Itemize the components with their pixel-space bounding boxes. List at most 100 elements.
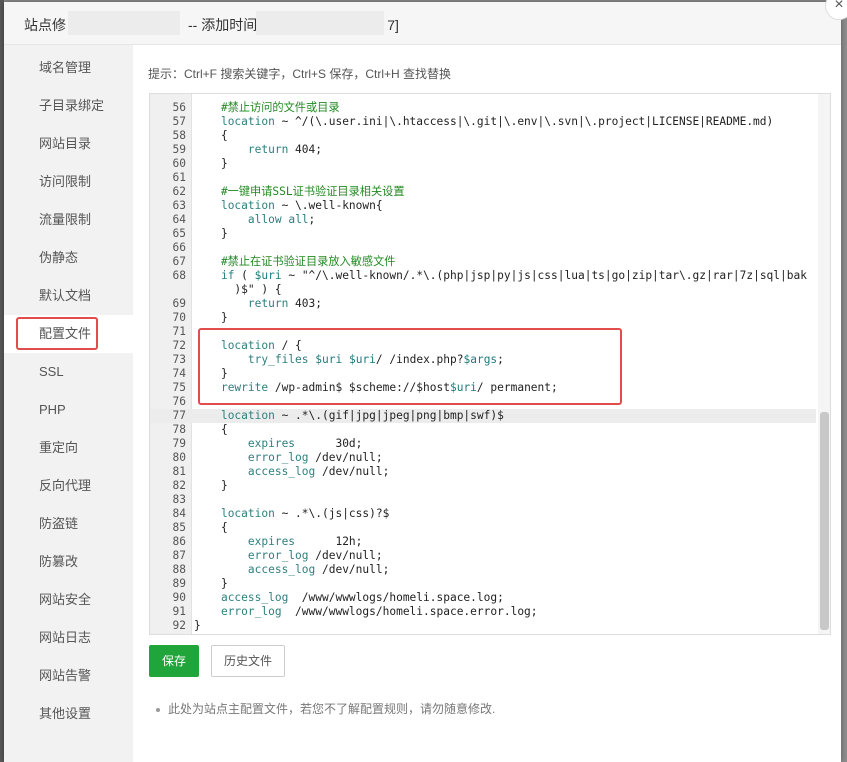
sidebar-item[interactable]: PHP (4, 391, 133, 429)
line-number: 90 (172, 591, 186, 604)
line-number: 87 (172, 549, 186, 562)
config-warning-note: 此处为站点主配置文件，若您不了解配置规则，请勿随意修改. (156, 700, 495, 717)
line-number: 73 (172, 353, 186, 366)
code-line: 91 error_log /www/wwwlogs/homeli.space.e… (150, 605, 816, 619)
line-number: 83 (172, 493, 186, 506)
code-text: #一键申请SSL证书验证目录相关设置 (194, 185, 405, 198)
code-line: 92} (150, 619, 816, 633)
dialog-title-middle: -- 添加时间 (188, 17, 258, 33)
line-number: 66 (172, 241, 186, 254)
code-text: { (194, 521, 228, 534)
code-text: error_log /www/wwwlogs/homeli.space.erro… (220, 605, 538, 618)
code-text: } (194, 577, 228, 590)
site-modify-dialog: 站点修 -- 添加时间 7] × 域名管理 子目录绑定 网站目录 访问限制 流量限制 伪静态默… (4, 0, 847, 762)
code-text: return 404; (247, 143, 322, 156)
code-line: 84 location ~ .*\.(js|css)?$ (150, 507, 816, 521)
redacted-add-time (256, 11, 384, 35)
code-line: 83 (150, 493, 816, 507)
code-text: } (194, 311, 228, 324)
code-text: } (194, 619, 201, 632)
code-text: location ~ .*\.(gif|jpg|jpeg|png|bmp|swf… (220, 409, 504, 422)
sidebar-item[interactable]: 网站目录 (4, 125, 133, 163)
code-line: )$" ) { (150, 283, 816, 297)
line-number: 75 (172, 381, 186, 394)
code-line: 90 access_log /www/wwwlogs/homeli.space.… (150, 591, 816, 605)
code-line: 78 { (150, 423, 816, 437)
code-text: if ( $uri ~ "^/\.well-known/.*\.(php|jsp… (220, 269, 807, 282)
sidebar-item[interactable]: 防篡改 (4, 543, 133, 581)
code-text: )$" ) { (194, 283, 282, 296)
line-number: 85 (172, 521, 186, 534)
line-number: 65 (172, 227, 186, 240)
code-line: 82 } (150, 479, 816, 493)
code-line: 88 access_log /dev/null; (150, 563, 816, 577)
config-file-highlight-box (16, 317, 98, 350)
sidebar-item[interactable]: 网站安全 (4, 581, 133, 619)
code-line: 68 if ( $uri ~ "^/\.well-known/.*\.(php|… (150, 269, 816, 283)
config-warning-text: 此处为站点主配置文件，若您不了解配置规则，请勿随意修改. (168, 702, 496, 716)
code-text: } (194, 479, 228, 492)
sidebar-item[interactable]: 重定向 (4, 429, 133, 467)
editor-vertical-scrollbar[interactable] (818, 94, 830, 634)
code-line: 65 } (150, 227, 816, 241)
line-number: 88 (172, 563, 186, 576)
line-number: 86 (172, 535, 186, 548)
line-number: 81 (172, 465, 186, 478)
sidebar-item[interactable]: 访问限制 (4, 163, 133, 201)
code-line: 70 } (150, 311, 816, 325)
line-number: 79 (172, 437, 186, 450)
code-line: 86 expires 12h; (150, 535, 816, 549)
line-number: 64 (172, 213, 186, 226)
sidebar-item[interactable]: 子目录绑定 (4, 87, 133, 125)
line-number: 70 (172, 311, 186, 324)
sidebar-item[interactable]: 伪静态 (4, 239, 133, 277)
line-number: 82 (172, 479, 186, 492)
location-rewrite-highlight-box (198, 328, 622, 405)
code-line: 77 location ~ .*\.(gif|jpg|jpeg|png|bmp|… (150, 409, 816, 423)
sidebar-item[interactable]: SSL (4, 353, 133, 391)
sidebar-item[interactable]: 流量限制 (4, 201, 133, 239)
bullet-icon (156, 707, 160, 712)
code-text: access_log /www/wwwlogs/homeli.space.log… (220, 591, 504, 604)
sidebar-item[interactable]: 网站日志 (4, 619, 133, 657)
line-number: 71 (172, 325, 186, 338)
code-text: location ~ ^/(\.user.ini|\.htaccess|\.gi… (220, 115, 774, 128)
line-number: 78 (172, 423, 186, 436)
sidebar-item[interactable]: 网站告警 (4, 657, 133, 695)
line-number: 61 (172, 171, 186, 184)
code-text: error_log /dev/null; (247, 451, 383, 464)
code-line: 56 #禁止访问的文件或目录 (150, 101, 816, 115)
sidebar-item[interactable]: 默认文档 (4, 277, 133, 315)
line-number: 92 (172, 619, 186, 632)
line-number: 63 (172, 199, 186, 212)
save-button[interactable]: 保存 (149, 645, 199, 677)
code-line: 59 return 404; (150, 143, 816, 157)
code-line: 66 (150, 241, 816, 255)
redacted-site-name (68, 11, 180, 35)
code-line: 61 (150, 171, 816, 185)
line-number: 91 (172, 605, 186, 618)
history-files-button[interactable]: 历史文件 (211, 645, 285, 677)
code-text: { (194, 423, 228, 436)
code-line: 85 { (150, 521, 816, 535)
line-number: 84 (172, 507, 186, 520)
sidebar-item[interactable]: 反向代理 (4, 467, 133, 505)
code-line: 63 location ~ \.well-known{ (150, 199, 816, 213)
scrollbar-thumb[interactable] (820, 412, 829, 630)
editor-hint: 提示：Ctrl+F 搜索关键字，Ctrl+S 保存，Ctrl+H 查找替换 (148, 67, 452, 81)
code-text: location ~ \.well-known{ (220, 199, 383, 212)
code-line: 62 #一键申请SSL证书验证目录相关设置 (150, 185, 816, 199)
sidebar-item[interactable]: 域名管理 (4, 49, 133, 87)
code-line: 58 { (150, 129, 816, 143)
code-line: 69 return 403; (150, 297, 816, 311)
line-number: 89 (172, 577, 186, 590)
code-line: 89 } (150, 577, 816, 591)
sidebar: 域名管理 子目录绑定 网站目录 访问限制 流量限制 伪静态 默认文档 配置文件 SSL PHP 重定… (4, 45, 133, 762)
sidebar-item[interactable]: 其他设置 (4, 695, 133, 733)
line-number: 62 (172, 185, 186, 198)
code-text: error_log /dev/null; (247, 549, 383, 562)
sidebar-item[interactable]: 防盗链 (4, 505, 133, 543)
code-text: allow all; (247, 213, 316, 226)
code-text: { (194, 129, 228, 142)
code-line: 80 error_log /dev/null; (150, 451, 816, 465)
